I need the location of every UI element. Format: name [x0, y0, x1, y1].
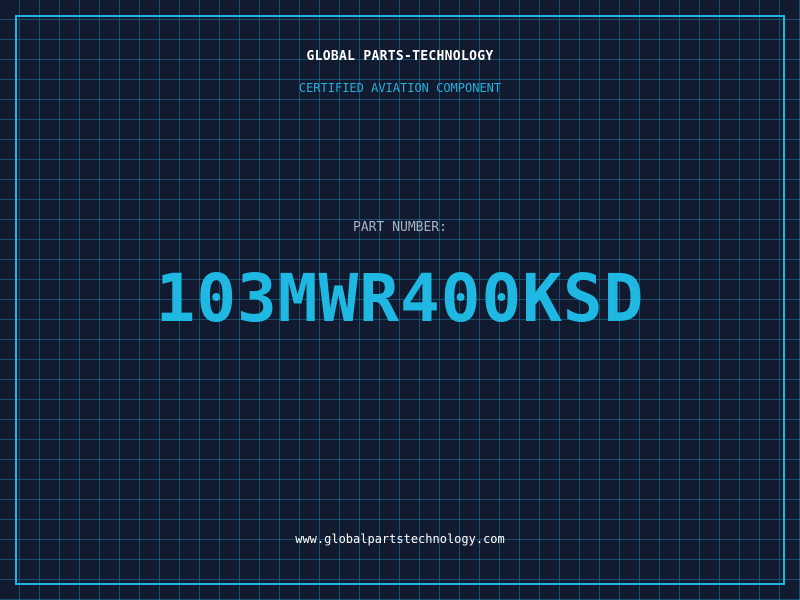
- company-name: GLOBAL PARTS-TECHNOLOGY: [306, 49, 494, 64]
- website-url: www.globalpartstechnology.com: [295, 532, 505, 546]
- part-number-value: 103MWR400KSD: [155, 260, 645, 337]
- certification-subtitle: CERTIFIED AVIATION COMPONENT: [298, 81, 502, 95]
- part-number-label: PART NUMBER:: [353, 220, 447, 235]
